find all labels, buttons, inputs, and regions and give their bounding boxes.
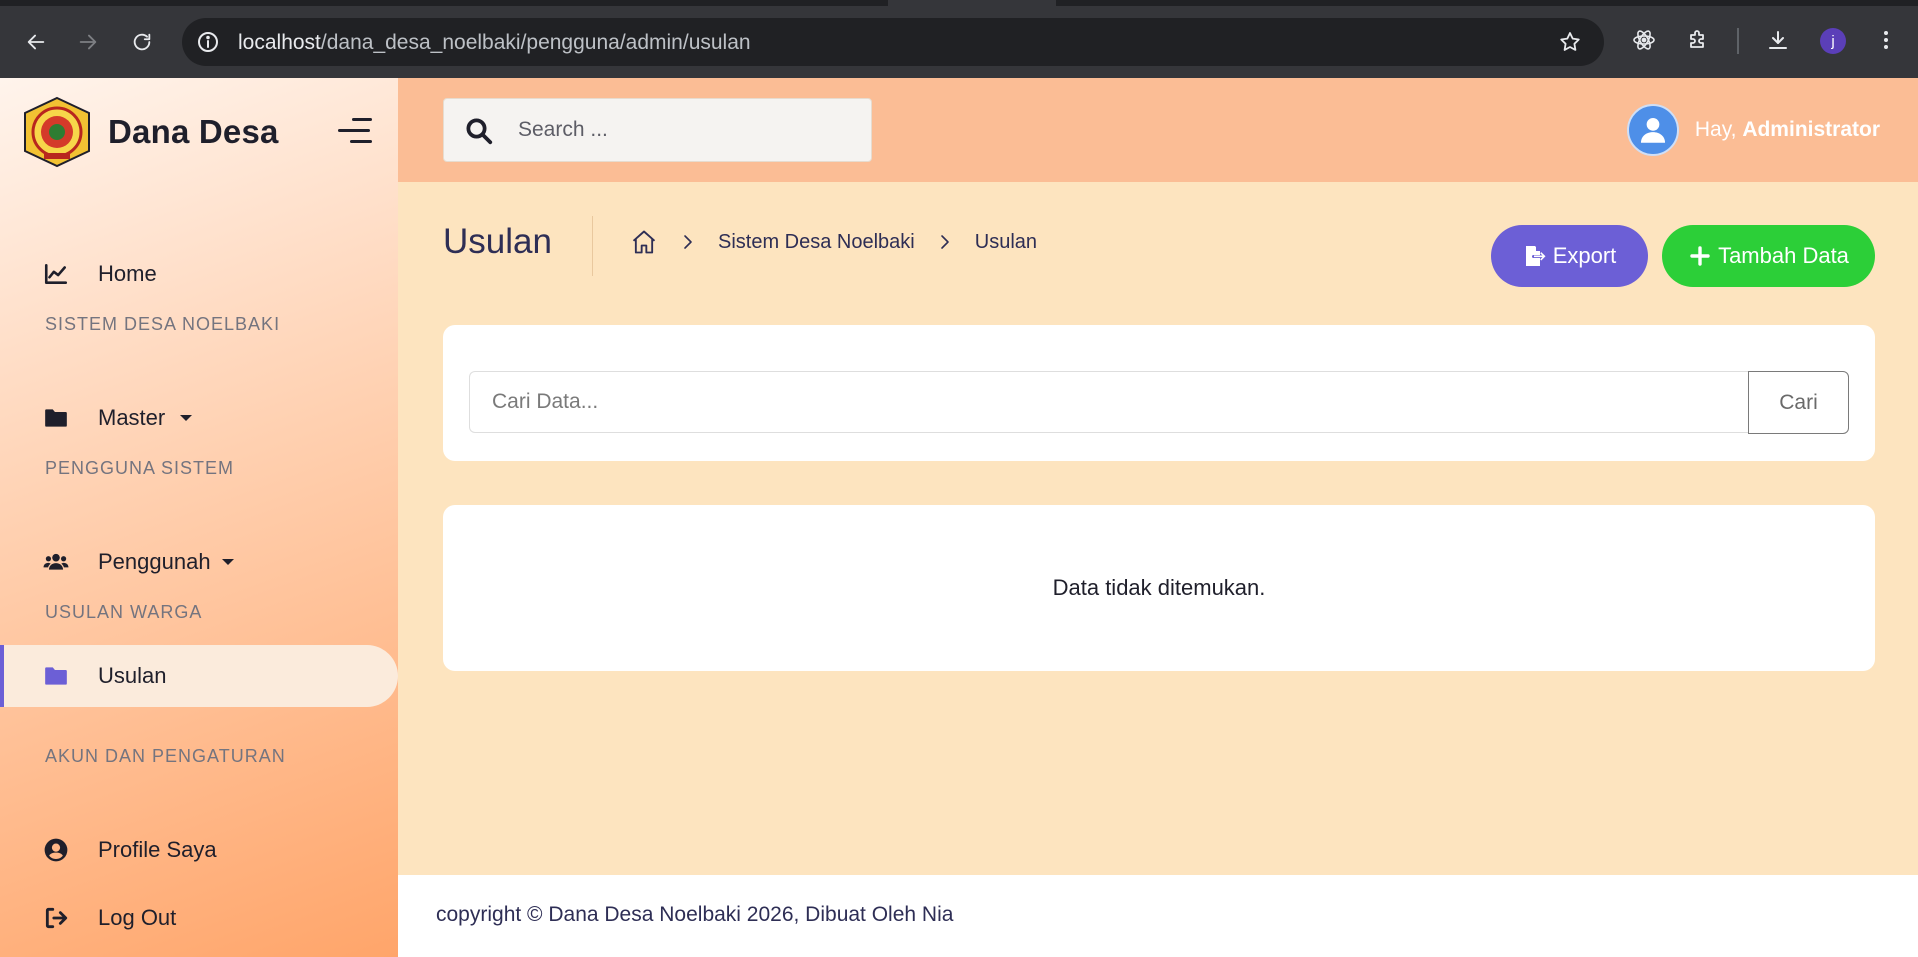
chart-line-icon xyxy=(42,260,70,288)
filter-search-input[interactable] xyxy=(469,371,1748,433)
main-content: Hay, Administrator Usulan Sistem Desa No… xyxy=(398,78,1918,957)
section-title-sistem: SISTEM DESA NOELBAKI xyxy=(45,314,281,334)
arrow-right-icon xyxy=(79,34,97,50)
browser-chrome: localhost/dana_desa_noelbaki/pengguna/ad… xyxy=(0,0,1918,78)
user-icon xyxy=(1640,117,1665,143)
reload-icon xyxy=(133,33,151,51)
footer-copyright: copyright © Dana Desa Noelbaki 2026, Dib… xyxy=(436,903,954,926)
sidebar-item-label: Master xyxy=(98,405,166,430)
search-icon[interactable] xyxy=(464,116,494,146)
puzzle-icon xyxy=(1690,30,1704,48)
section-title-pengguna: PENGGUNA SISTEM xyxy=(45,458,235,478)
sidebar: Dana Desa Home SISTEM DESA NOELBAKI Mast… xyxy=(0,78,398,957)
tab-active[interactable] xyxy=(888,0,1056,6)
toolbar-separator xyxy=(1737,28,1739,54)
user-menu[interactable]: Hay, Administrator xyxy=(1626,104,1880,156)
extensions-button[interactable] xyxy=(1682,24,1714,56)
sidebar-item-label: Penggunah xyxy=(98,549,211,574)
sidebar-item-label: Usulan xyxy=(98,663,167,688)
sidebar-item-home[interactable]: Home xyxy=(0,243,398,305)
brand[interactable]: Dana Desa xyxy=(20,96,279,168)
url-text[interactable]: localhost/dana_desa_noelbaki/pengguna/ad… xyxy=(238,31,751,55)
user-greeting: Hay, Administrator xyxy=(1695,118,1880,142)
export-button[interactable]: Export xyxy=(1491,225,1648,287)
download-icon xyxy=(1769,31,1787,49)
user-name: Administrator xyxy=(1742,118,1880,141)
caret-down-icon xyxy=(222,559,234,565)
sign-out-icon xyxy=(42,904,70,932)
react-icon xyxy=(1633,30,1655,50)
profile-avatar[interactable]: j xyxy=(1820,28,1846,54)
avatar[interactable] xyxy=(1626,104,1679,156)
footer: copyright © Dana Desa Noelbaki 2026, Dib… xyxy=(398,875,1918,957)
greeting-text: Hay, xyxy=(1694,118,1737,141)
sidebar-item-profile[interactable]: Profile Saya xyxy=(0,819,398,881)
arrow-left-icon xyxy=(27,34,45,50)
filter-search-button[interactable]: Cari xyxy=(1748,371,1849,434)
folder-icon xyxy=(42,404,70,432)
folder-icon xyxy=(42,662,70,690)
sidebar-item-label: Log Out xyxy=(98,905,177,930)
sidebar-item-label: Profile Saya xyxy=(98,837,217,862)
site-info-icon[interactable] xyxy=(196,30,220,54)
more-vertical-icon xyxy=(1884,31,1888,49)
brand-name: Dana Desa xyxy=(108,113,279,150)
empty-state-message: Data tidak ditemukan. xyxy=(1052,575,1266,600)
village-emblem-logo xyxy=(24,96,90,168)
forward-button[interactable] xyxy=(70,24,106,60)
page-title: Usulan xyxy=(443,222,552,261)
user-circle-icon xyxy=(42,836,70,864)
react-devtools-extension[interactable] xyxy=(1628,24,1660,56)
address-bar[interactable]: localhost/dana_desa_noelbaki/pengguna/ad… xyxy=(182,18,1604,66)
global-search[interactable] xyxy=(443,98,872,162)
caret-down-icon xyxy=(180,415,192,421)
search-input[interactable] xyxy=(518,99,858,161)
chevron-right-icon xyxy=(684,235,692,249)
app: Dana Desa Home SISTEM DESA NOELBAKI Mast… xyxy=(0,78,1918,957)
section-title-usulan: USULAN WARGA xyxy=(45,602,203,622)
topbar: Hay, Administrator xyxy=(398,78,1918,182)
url-path: /dana_desa_noelbaki/pengguna/admin/usula… xyxy=(320,31,751,54)
tab-strip xyxy=(0,0,1918,6)
sidebar-item-master[interactable]: Master xyxy=(0,387,398,449)
sidebar-item-penggunah[interactable]: Penggunah xyxy=(0,531,398,593)
result-card: Data tidak ditemukan. xyxy=(443,505,1875,671)
users-icon xyxy=(42,548,70,576)
sidebar-toggle-button[interactable] xyxy=(338,118,372,144)
sidebar-item-logout[interactable]: Log Out xyxy=(0,887,398,949)
sidebar-item-label: Home xyxy=(98,261,157,286)
section-title-akun: AKUN DAN PENGATURAN xyxy=(45,746,286,766)
filter-card: Cari xyxy=(443,325,1875,461)
breadcrumb-item: Usulan xyxy=(974,230,1038,253)
breadcrumb: Sistem Desa Noelbaki Usulan xyxy=(630,228,1037,256)
export-label: Export xyxy=(1552,243,1617,268)
browser-menu-button[interactable] xyxy=(1870,24,1902,56)
add-data-button[interactable]: Tambah Data xyxy=(1662,225,1875,287)
plus-icon xyxy=(1690,246,1710,266)
back-button[interactable] xyxy=(18,24,54,60)
sidebar-item-usulan[interactable]: Usulan xyxy=(0,645,398,707)
url-host: localhost xyxy=(238,31,321,54)
chevron-right-icon xyxy=(940,235,949,249)
downloads-button[interactable] xyxy=(1762,24,1794,56)
file-export-icon xyxy=(1525,246,1546,266)
reload-button[interactable] xyxy=(124,24,160,60)
home-icon[interactable] xyxy=(630,228,658,256)
breadcrumb-item[interactable]: Sistem Desa Noelbaki xyxy=(718,231,915,254)
add-data-label: Tambah Data xyxy=(1718,243,1849,268)
title-divider xyxy=(592,216,593,276)
bookmark-star-icon[interactable] xyxy=(1558,30,1582,54)
